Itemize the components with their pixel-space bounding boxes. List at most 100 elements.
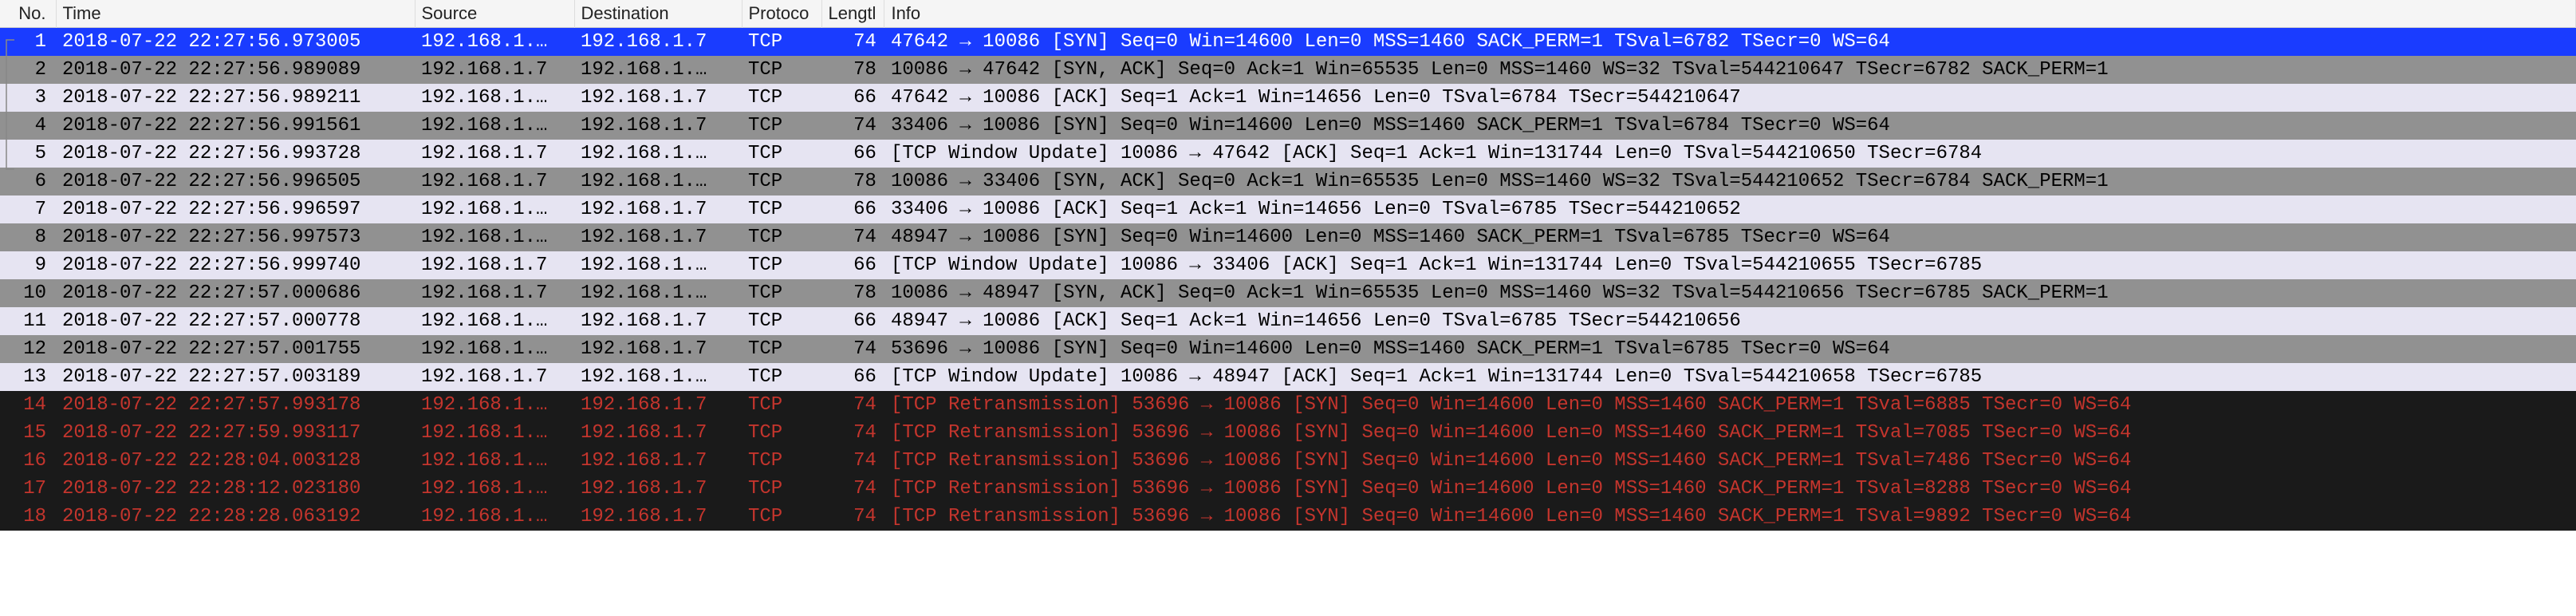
col-header-no[interactable]: No.	[0, 0, 56, 28]
cell-source: 192.168.1.7	[415, 279, 574, 307]
col-header-destination[interactable]: Destination	[574, 0, 742, 28]
cell-no: 8	[0, 223, 56, 251]
cell-time: 2018-07-22 22:28:12.023180	[56, 475, 415, 503]
cell-no: 15	[0, 419, 56, 447]
cell-time: 2018-07-22 22:27:56.996505	[56, 168, 415, 195]
cell-protocol: TCP	[742, 335, 821, 363]
cell-destination: 192.168.1.7	[574, 84, 742, 112]
cell-destination: 192.168.1.7	[574, 28, 742, 57]
packet-row[interactable]: 72018-07-22 22:27:56.996597192.168.1.…19…	[0, 195, 2576, 223]
cell-time: 2018-07-22 22:27:57.993178	[56, 391, 415, 419]
cell-destination: 192.168.1.7	[574, 307, 742, 335]
cell-info: 47642 → 10086 [ACK] Seq=1 Ack=1 Win=1465…	[884, 84, 2576, 112]
packet-row[interactable]: 92018-07-22 22:27:56.999740192.168.1.719…	[0, 251, 2576, 279]
packet-row[interactable]: 172018-07-22 22:28:12.023180192.168.1.…1…	[0, 475, 2576, 503]
cell-info: 33406 → 10086 [ACK] Seq=1 Ack=1 Win=1465…	[884, 195, 2576, 223]
packet-row[interactable]: 52018-07-22 22:27:56.993728192.168.1.719…	[0, 140, 2576, 168]
cell-time: 2018-07-22 22:27:56.997573	[56, 223, 415, 251]
cell-length: 74	[821, 335, 884, 363]
cell-no: 6	[0, 168, 56, 195]
cell-no: 11	[0, 307, 56, 335]
cell-no: 12	[0, 335, 56, 363]
cell-time: 2018-07-22 22:27:57.001755	[56, 335, 415, 363]
cell-info: [TCP Retransmission] 53696 → 10086 [SYN]…	[884, 503, 2576, 531]
cell-source: 192.168.1.7	[415, 56, 574, 84]
cell-length: 74	[821, 419, 884, 447]
col-header-info[interactable]: Info	[884, 0, 2576, 28]
packet-row[interactable]: 112018-07-22 22:27:57.000778192.168.1.…1…	[0, 307, 2576, 335]
cell-protocol: TCP	[742, 28, 821, 57]
cell-protocol: TCP	[742, 391, 821, 419]
cell-source: 192.168.1.7	[415, 140, 574, 168]
cell-length: 66	[821, 307, 884, 335]
cell-no: 2	[0, 56, 56, 84]
cell-length: 74	[821, 28, 884, 57]
cell-no: 16	[0, 447, 56, 475]
cell-time: 2018-07-22 22:27:59.993117	[56, 419, 415, 447]
cell-no: 18	[0, 503, 56, 531]
cell-source: 192.168.1.…	[415, 112, 574, 140]
packet-row[interactable]: 132018-07-22 22:27:57.003189192.168.1.71…	[0, 363, 2576, 391]
cell-time: 2018-07-22 22:27:57.000686	[56, 279, 415, 307]
cell-destination: 192.168.1.7	[574, 335, 742, 363]
cell-protocol: TCP	[742, 112, 821, 140]
col-header-protocol[interactable]: Protoco	[742, 0, 821, 28]
cell-no: 1	[0, 28, 56, 57]
cell-time: 2018-07-22 22:28:04.003128	[56, 447, 415, 475]
col-header-time[interactable]: Time	[56, 0, 415, 28]
cell-source: 192.168.1.…	[415, 447, 574, 475]
packet-row[interactable]: 182018-07-22 22:28:28.063192192.168.1.…1…	[0, 503, 2576, 531]
cell-info: 10086 → 47642 [SYN, ACK] Seq=0 Ack=1 Win…	[884, 56, 2576, 84]
cell-destination: 192.168.1.7	[574, 391, 742, 419]
cell-time: 2018-07-22 22:27:56.989211	[56, 84, 415, 112]
cell-destination: 192.168.1.…	[574, 56, 742, 84]
cell-protocol: TCP	[742, 307, 821, 335]
cell-destination: 192.168.1.7	[574, 223, 742, 251]
packet-row[interactable]: 102018-07-22 22:27:57.000686192.168.1.7 1…	[0, 279, 2576, 307]
cell-source: 192.168.1.7	[415, 168, 574, 195]
cell-length: 66	[821, 84, 884, 112]
cell-length: 66	[821, 195, 884, 223]
cell-length: 66	[821, 363, 884, 391]
cell-info: 53696 → 10086 [SYN] Seq=0 Win=14600 Len=…	[884, 335, 2576, 363]
packet-row[interactable]: 62018-07-22 22:27:56.996505192.168.1.719…	[0, 168, 2576, 195]
cell-info: 48947 → 10086 [SYN] Seq=0 Win=14600 Len=…	[884, 223, 2576, 251]
cell-no: 10	[0, 279, 56, 307]
cell-protocol: TCP	[742, 279, 821, 307]
packet-row[interactable]: 82018-07-22 22:27:56.997573192.168.1.…19…	[0, 223, 2576, 251]
cell-protocol: TCP	[742, 140, 821, 168]
col-header-source[interactable]: Source	[415, 0, 574, 28]
packet-row[interactable]: 142018-07-22 22:27:57.993178192.168.1.…1…	[0, 391, 2576, 419]
cell-length: 74	[821, 475, 884, 503]
cell-no: 13	[0, 363, 56, 391]
cell-source: 192.168.1.…	[415, 419, 574, 447]
cell-destination: 192.168.1.7	[574, 419, 742, 447]
col-header-length[interactable]: Lengtl	[821, 0, 884, 28]
cell-no: 3	[0, 84, 56, 112]
packet-row[interactable]: 162018-07-22 22:28:04.003128192.168.1.…1…	[0, 447, 2576, 475]
packet-row[interactable]: 32018-07-22 22:27:56.989211192.168.1.…19…	[0, 84, 2576, 112]
cell-info: [TCP Window Update] 10086 → 47642 [ACK] …	[884, 140, 2576, 168]
cell-time: 2018-07-22 22:27:57.000778	[56, 307, 415, 335]
cell-protocol: TCP	[742, 84, 821, 112]
cell-length: 78	[821, 168, 884, 195]
packet-row[interactable]: 122018-07-22 22:27:57.001755192.168.1.…1…	[0, 335, 2576, 363]
cell-no: 17	[0, 475, 56, 503]
cell-no: 7	[0, 195, 56, 223]
cell-length: 74	[821, 112, 884, 140]
cell-time: 2018-07-22 22:27:56.989089	[56, 56, 415, 84]
packet-row[interactable]: 152018-07-22 22:27:59.993117192.168.1.…1…	[0, 419, 2576, 447]
packet-list-table[interactable]: No. Time Source Destination Protoco Leng…	[0, 0, 2576, 531]
packet-row[interactable]: 22018-07-22 22:27:56.989089192.168.1.719…	[0, 56, 2576, 84]
packet-row[interactable]: 42018-07-22 22:27:56.991561192.168.1.…19…	[0, 112, 2576, 140]
cell-info: 10086 → 48947 [SYN, ACK] Seq=0 Ack=1 Win…	[884, 279, 2576, 307]
cell-source: 192.168.1.…	[415, 84, 574, 112]
cell-no: 9	[0, 251, 56, 279]
cell-length: 66	[821, 251, 884, 279]
cell-time: 2018-07-22 22:27:56.999740	[56, 251, 415, 279]
cell-time: 2018-07-22 22:28:28.063192	[56, 503, 415, 531]
cell-length: 78	[821, 279, 884, 307]
cell-no: 5	[0, 140, 56, 168]
cell-protocol: TCP	[742, 475, 821, 503]
packet-row[interactable]: 12018-07-22 22:27:56.973005192.168.1.…19…	[0, 28, 2576, 57]
